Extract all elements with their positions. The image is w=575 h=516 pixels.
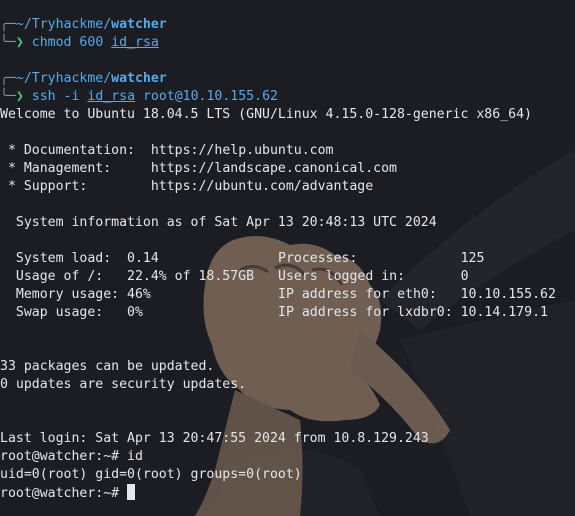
stat-users-logged-in: Users logged in: 0 [278,269,469,284]
welcome-banner: Welcome to Ubuntu 18.04.5 LTS (GNU/Linux… [0,107,532,122]
link-management: * Management: https://landscape.canonica… [0,161,397,176]
security-updates: 0 updates are security updates. [0,377,247,392]
updates-available: 33 packages can be updated. [0,359,215,374]
prompt-path-prefix: ~/Tryhackme/ [15,71,112,86]
prompt-corner-bottom: ╰─ [0,89,16,104]
link-documentation: * Documentation: https://help.ubuntu.com [0,143,334,158]
stat-processes: Processes: 125 [278,251,485,266]
prompt-header-2: ╭─~/Tryhackme/watcher [0,70,167,88]
command-text: chmod 600 [31,35,104,50]
link-support: * Support: https://ubuntu.com/advantage [0,179,374,194]
prompt-header-1: ╭─~/Tryhackme/watcher [0,16,167,34]
text-cursor [127,484,136,500]
prompt-path-dir: watcher [111,17,167,32]
prompt-corner-top: ╭─ [0,71,16,86]
prompt-arrow-icon: ❯ [15,89,24,104]
root-prompt: root@watcher:~# [0,486,128,501]
root-prompt-line: root@watcher:~# id [0,448,143,466]
stat-system-load: System load: 0.14 [0,251,159,266]
prompt-command-1: ╰─❯ chmod 600 id_rsa [0,34,159,52]
prompt-corner-bottom: ╰─ [0,35,16,50]
root-prompt: root@watcher:~# [0,449,128,464]
prompt-corner-top: ╭─ [0,17,16,32]
command-text: ssh -i [31,89,80,104]
last-login: Last login: Sat Apr 13 20:47:55 2024 fro… [0,431,429,446]
stat-swap-usage: Swap usage: 0% [0,305,143,320]
sysinfo-header: System information as of Sat Apr 13 20:4… [0,215,437,230]
stat-memory-usage: Memory usage: 46% [0,287,151,302]
command-tail: root@10.10.155.62 [135,89,278,104]
stat-ip-eth0: IP address for eth0: 10.10.155.62 [278,287,556,302]
active-prompt-line[interactable]: root@watcher:~# [0,484,136,502]
prompt-path-dir: watcher [111,71,167,86]
root-command: id [127,449,143,464]
prompt-command-2: ╰─❯ ssh -i id_rsa root@10.10.155.62 [0,88,278,106]
id-output: uid=0(root) gid=0(root) groups=0(root) [0,467,302,482]
stat-ip-lxdbr0: IP address for lxdbr0: 10.14.179.1 [278,305,548,320]
command-argument: id_rsa [87,89,136,104]
command-argument: id_rsa [111,35,159,50]
prompt-path-prefix: ~/Tryhackme/ [15,17,112,32]
prompt-arrow-icon: ❯ [15,35,24,50]
terminal-output[interactable]: ╭─~/Tryhackme/watcher ╰─❯ chmod 600 id_r… [0,0,575,516]
stat-disk-usage: Usage of /: 22.4% of 18.57GB [0,269,255,284]
